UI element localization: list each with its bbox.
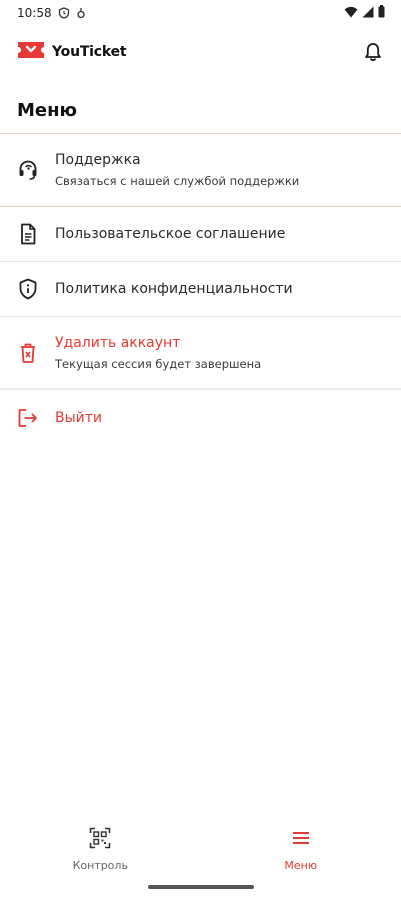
wifi-icon (344, 6, 358, 21)
app-header: YouTicket (0, 30, 401, 74)
qr-scan-icon (89, 827, 111, 853)
logout-icon (16, 406, 40, 430)
page-title: Меню (17, 100, 78, 121)
menu-item-support[interactable]: Поддержка Связаться с нашей службой подд… (0, 134, 401, 207)
status-time: 10:58 (17, 6, 52, 20)
document-icon (16, 222, 40, 246)
ticket-logo-icon (16, 40, 46, 64)
menu-list: Поддержка Связаться с нашей службой подд… (0, 134, 401, 445)
menu-item-title: Пользовательское соглашение (55, 226, 286, 242)
menu-icon (290, 827, 312, 853)
menu-item-title: Поддержка (55, 152, 141, 168)
signal-icon (362, 6, 374, 21)
menu-item-delete-account[interactable]: Удалить аккаунт Текущая сессия будет зав… (0, 317, 401, 390)
bottom-nav: Контроль Меню (0, 815, 401, 875)
nav-item-menu[interactable]: Меню (201, 815, 401, 875)
battery-icon (378, 5, 385, 21)
menu-item-title: Выйти (55, 409, 103, 426)
status-bar: 10:58 (0, 0, 401, 26)
app-name: YouTicket (52, 44, 127, 60)
menu-item-user-agreement[interactable]: Пользовательское соглашение (0, 207, 401, 262)
menu-item-title: Политика конфиденциальности (55, 281, 293, 297)
trash-icon (16, 341, 40, 365)
shield-info-icon (16, 277, 40, 301)
menu-item-subtitle: Связаться с нашей службой поддержки (55, 174, 300, 188)
menu-item-logout[interactable]: Выйти (0, 390, 401, 445)
fan-icon (76, 7, 86, 19)
app-logo: YouTicket (16, 40, 127, 64)
headset-icon (16, 158, 40, 182)
menu-item-subtitle: Текущая сессия будет завершена (55, 356, 262, 371)
menu-item-title: Удалить аккаунт (55, 334, 181, 351)
shield-clock-icon (58, 7, 70, 19)
nav-item-control[interactable]: Контроль (0, 815, 201, 875)
nav-label: Меню (284, 859, 318, 872)
home-indicator[interactable] (148, 885, 254, 889)
bell-icon[interactable] (361, 40, 385, 64)
menu-item-privacy-policy[interactable]: Политика конфиденциальности (0, 262, 401, 317)
nav-label: Контроль (72, 859, 128, 872)
